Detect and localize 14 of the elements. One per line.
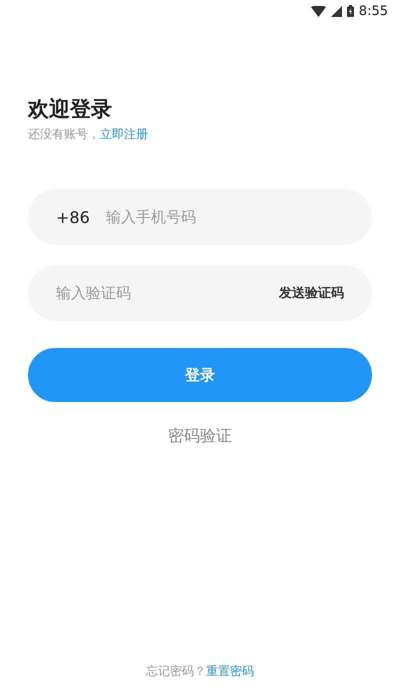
signal-icon — [330, 6, 342, 16]
password-login-link[interactable]: 密码验证 — [168, 426, 232, 447]
battery-icon — [346, 5, 354, 17]
status-time: 8:55 — [358, 4, 388, 18]
page-title: 欢迎登录 — [28, 96, 113, 122]
phone-field[interactable]: +86 输入手机号码 — [28, 189, 372, 245]
wifi-icon — [310, 6, 326, 16]
no-account-text: 还没有账号， — [28, 126, 100, 143]
forgot-password-text: 忘记密码？ — [146, 663, 206, 680]
phone-number-input[interactable]: 输入手机号码 — [106, 208, 344, 226]
send-code-button[interactable]: 发送验证码 — [279, 284, 344, 302]
country-code[interactable]: +86 — [56, 208, 90, 226]
code-input[interactable]: 输入验证码 — [56, 284, 279, 302]
code-field[interactable]: 输入验证码 发送验证码 — [28, 265, 372, 321]
